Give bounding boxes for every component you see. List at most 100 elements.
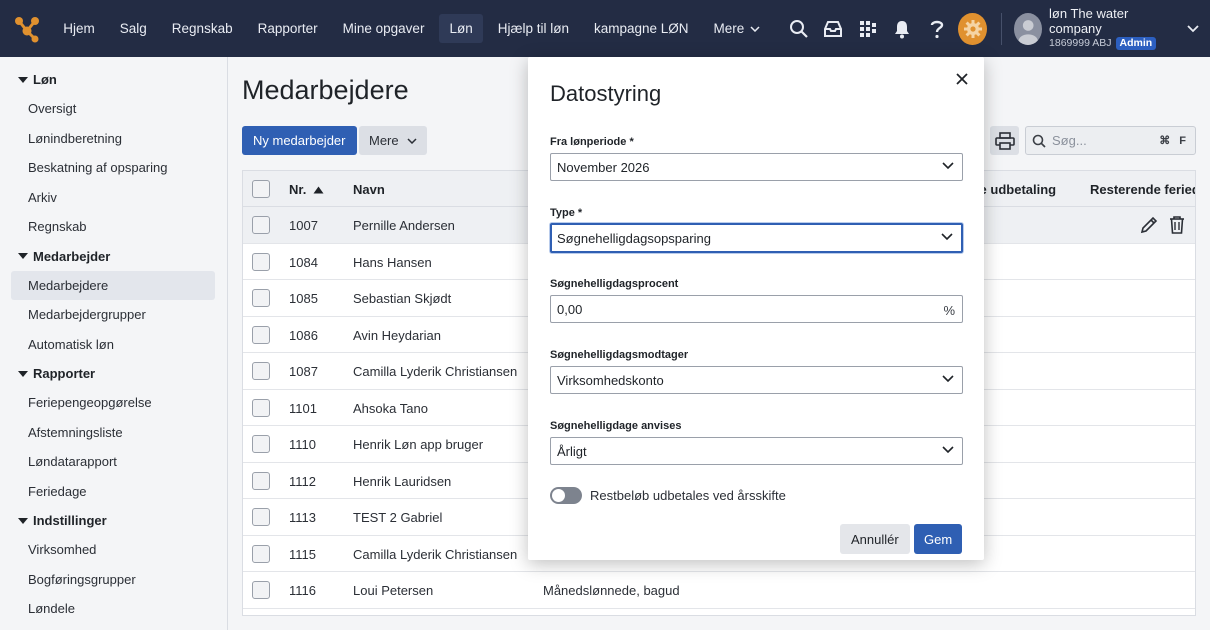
apps-icon[interactable] bbox=[851, 0, 886, 57]
assign-label: Søgnehelligdage anvises bbox=[550, 420, 682, 432]
sidebar-item-automatisk-lon[interactable]: Automatisk løn bbox=[11, 330, 215, 360]
bell-icon[interactable] bbox=[885, 0, 920, 57]
sidebar-group-rapporter[interactable]: Rapporter bbox=[0, 359, 227, 388]
sidebar-group-indstillinger[interactable]: Indstillinger bbox=[0, 506, 227, 535]
edit-icon[interactable] bbox=[1139, 215, 1159, 235]
row-checkbox[interactable] bbox=[252, 325, 270, 344]
sidebar-item-bogforingsgrupper[interactable]: Bogføringsgrupper bbox=[11, 565, 215, 595]
cell-name[interactable]: Hans Hansen bbox=[353, 255, 432, 270]
nav-rapporter[interactable]: Rapporter bbox=[248, 14, 328, 43]
print-button[interactable] bbox=[990, 126, 1019, 155]
header-name[interactable]: Navn bbox=[353, 182, 385, 197]
row-checkbox[interactable] bbox=[252, 252, 270, 271]
sidebar-item-afstemningsliste[interactable]: Afstemningsliste bbox=[11, 418, 215, 448]
nav-lon[interactable]: Løn bbox=[439, 14, 483, 43]
user-menu-chevron-icon[interactable] bbox=[1175, 0, 1210, 57]
restbelob-toggle[interactable] bbox=[550, 487, 582, 504]
header-nr[interactable]: Nr. bbox=[289, 182, 324, 197]
cell-name[interactable]: Ahsoka Tano bbox=[353, 401, 428, 416]
sidebar-item-londatarapport[interactable]: Løndatarapport bbox=[11, 447, 215, 477]
cell-name[interactable]: Camilla Lyderik Christiansen bbox=[353, 364, 517, 379]
sidebar-item-arkiv[interactable]: Arkiv bbox=[11, 183, 215, 213]
cell-name[interactable]: TEST 2 Gabriel bbox=[353, 510, 442, 525]
assign-select[interactable]: Årligt bbox=[550, 437, 963, 465]
sidebar-item-londele[interactable]: Løndele bbox=[11, 594, 215, 624]
inbox-icon[interactable] bbox=[816, 0, 851, 57]
nav-hjem[interactable]: Hjem bbox=[53, 14, 105, 43]
sidebar-item-medarbejdergrupper[interactable]: Medarbejdergrupper bbox=[11, 300, 215, 330]
row-checkbox[interactable] bbox=[252, 362, 270, 380]
cell-name[interactable]: Henrik Lauridsen bbox=[353, 474, 451, 489]
select-all-checkbox[interactable] bbox=[252, 180, 270, 198]
caret-down-icon bbox=[18, 253, 28, 259]
row-checkbox[interactable] bbox=[252, 471, 270, 490]
nav-salg[interactable]: Salg bbox=[110, 14, 157, 43]
logo-icon[interactable] bbox=[0, 0, 53, 57]
type-label: Type * bbox=[550, 207, 583, 219]
nav-mine-opgaver[interactable]: Mine opgaver bbox=[333, 14, 435, 43]
cell-name[interactable]: Camilla Lyderik Christiansen bbox=[353, 547, 517, 562]
delete-icon[interactable] bbox=[1168, 215, 1186, 235]
close-icon[interactable] bbox=[954, 71, 970, 87]
period-label: Fra lønperiode * bbox=[550, 136, 634, 148]
chevron-down-icon bbox=[941, 233, 953, 241]
cell-name[interactable]: Loui Petersen bbox=[353, 583, 433, 598]
cell-nr: 1116 bbox=[289, 583, 316, 598]
row-checkbox[interactable] bbox=[252, 289, 270, 307]
row-checkbox[interactable] bbox=[252, 435, 270, 453]
row-checkbox[interactable] bbox=[252, 544, 270, 563]
sidebar-item-feriepengeopgorelse[interactable]: Feriepengeopgørelse bbox=[11, 388, 215, 418]
gear-icon[interactable] bbox=[958, 12, 987, 45]
nav-more-menu[interactable]: Mere bbox=[704, 14, 771, 43]
shortcut-key: F bbox=[1179, 134, 1186, 147]
sidebar-group-label: Medarbejder bbox=[33, 248, 111, 264]
cell-name[interactable]: Pernille Andersen bbox=[353, 218, 455, 233]
header-remaining-holiday[interactable]: Resterende feried bbox=[1090, 182, 1195, 197]
cell-nr: 1086 bbox=[289, 327, 318, 343]
cancel-button[interactable]: Annullér bbox=[840, 524, 910, 554]
sidebar-item-virksomhed[interactable]: Virksomhed bbox=[11, 535, 215, 565]
row-checkbox[interactable] bbox=[252, 581, 270, 599]
table-row[interactable]: 1116 Loui Petersen Månedslønnede, bagud bbox=[243, 572, 1195, 609]
percent-input[interactable]: 0,00 % bbox=[550, 295, 963, 323]
nav-regnskab[interactable]: Regnskab bbox=[162, 14, 243, 43]
row-checkbox[interactable] bbox=[252, 508, 270, 526]
search-icon[interactable] bbox=[781, 0, 816, 57]
cell-name[interactable]: Henrik Løn app bruger bbox=[353, 437, 483, 452]
sidebar-item-beskatning-af-opsparing[interactable]: Beskatning af opsparing bbox=[11, 153, 215, 183]
period-select[interactable]: November 2026 bbox=[550, 153, 963, 181]
receiver-select[interactable]: Virksomhedskonto bbox=[550, 366, 963, 394]
type-value: Søgnehelligdagsopsparing bbox=[557, 230, 711, 246]
sidebar-group-label: Rapporter bbox=[33, 366, 96, 381]
sidebar-item-regnskab[interactable]: Regnskab bbox=[11, 212, 215, 242]
cell-type: Månedslønnede, bagud bbox=[543, 583, 680, 598]
period-value: November 2026 bbox=[557, 159, 650, 175]
save-button[interactable]: Gem bbox=[914, 524, 963, 554]
search-field[interactable]: Søg... ⌘ F bbox=[1025, 126, 1196, 155]
cell-name[interactable]: Avin Heydarian bbox=[353, 328, 441, 343]
avatar-icon bbox=[1018, 19, 1038, 45]
percent-value: 0,00 bbox=[557, 301, 583, 317]
user-info[interactable]: løn The water company 1869999 ABJ Admin bbox=[1049, 6, 1169, 51]
type-select[interactable]: Søgnehelligdagsopsparing bbox=[550, 223, 963, 253]
row-checkbox[interactable] bbox=[252, 398, 270, 417]
cell-name[interactable]: Sebastian Skjødt bbox=[353, 291, 451, 306]
sidebar-group-medarbejder[interactable]: Medarbejder bbox=[0, 242, 227, 271]
sidebar-item-lonindberetning[interactable]: Lønindberetning bbox=[11, 124, 215, 154]
row-checkbox[interactable] bbox=[252, 216, 270, 234]
help-icon[interactable] bbox=[920, 0, 955, 57]
more-actions-label: Mere bbox=[369, 133, 399, 148]
more-actions-button[interactable]: Mere bbox=[359, 126, 427, 155]
cell-nr: 1113 bbox=[289, 510, 316, 525]
chevron-down-icon bbox=[942, 162, 954, 170]
sidebar-item-medarbejdere[interactable]: Medarbejdere bbox=[11, 270, 215, 300]
new-employee-button[interactable]: Ny medarbejder bbox=[242, 126, 357, 155]
cell-nr: 1115 bbox=[289, 546, 316, 562]
sidebar-group-lon[interactable]: Løn bbox=[0, 65, 227, 94]
chevron-down-icon bbox=[407, 137, 417, 144]
sidebar-item-feriedage[interactable]: Feriedage bbox=[11, 477, 215, 507]
sidebar-item-oversigt[interactable]: Oversigt bbox=[11, 94, 215, 124]
nav-hjaelp-til-lon[interactable]: Hjælp til løn bbox=[488, 14, 579, 43]
nav-kampagne-lon[interactable]: kampagne LØN bbox=[584, 14, 699, 43]
avatar[interactable] bbox=[1013, 12, 1043, 45]
